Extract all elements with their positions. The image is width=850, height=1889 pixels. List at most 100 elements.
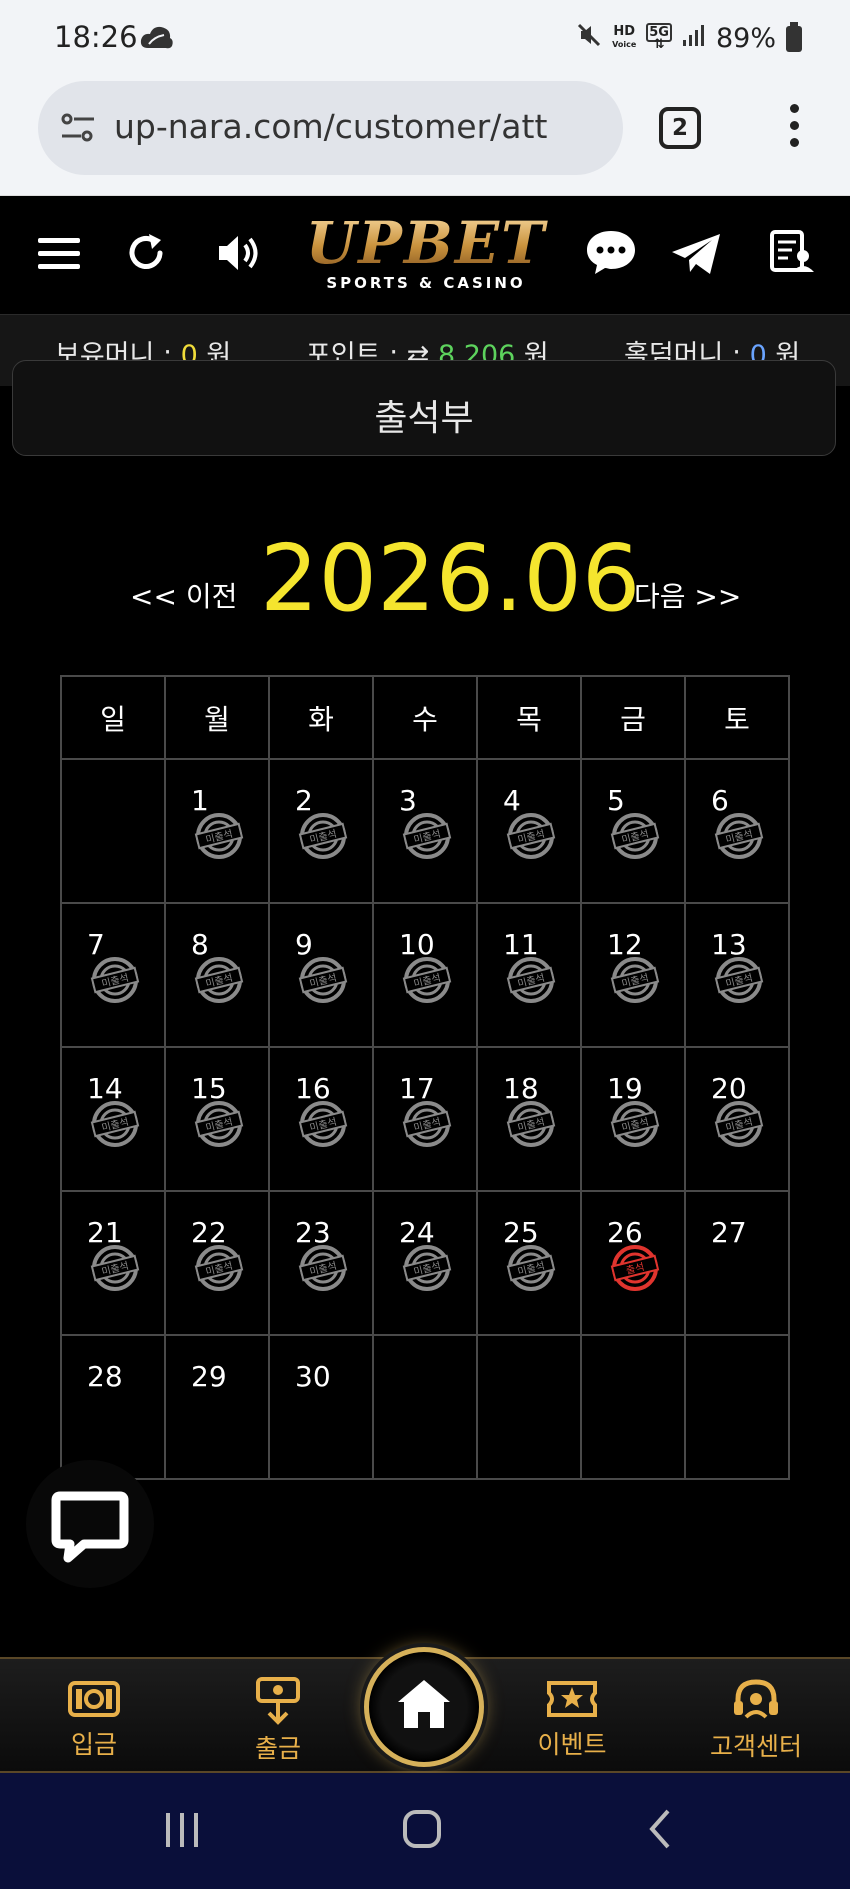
absent-stamp-icon: 미출석 <box>402 1101 452 1147</box>
absent-stamp-icon: 미출석 <box>402 957 452 1003</box>
battery-icon <box>786 21 802 52</box>
calendar-day-cell: 2 미출석 <box>268 758 374 904</box>
absent-stamp-icon: 미출석 <box>506 957 556 1003</box>
calendar-week-row: 28 29 30 <box>60 1334 790 1480</box>
day-number: 30 <box>295 1360 331 1393</box>
home-button[interactable] <box>364 1647 484 1767</box>
calendar-day-cell: 3 미출석 <box>372 758 478 904</box>
battery-percent: 89% <box>715 23 776 54</box>
absent-stamp-icon: 미출석 <box>506 813 556 859</box>
day-number: 29 <box>191 1360 227 1393</box>
site-settings-icon[interactable] <box>60 111 96 149</box>
absent-stamp-icon: 미출석 <box>402 1245 452 1291</box>
calendar-week-row: 1 미출석 2 미출석 3 미출석 4 미출석 5 미출석 6 미출석 <box>60 758 790 904</box>
calendar-day-cell: 14 미출석 <box>60 1046 166 1192</box>
next-month-button[interactable]: 다음 >> <box>634 575 741 615</box>
current-month: 2026.06 <box>260 525 641 632</box>
calendar-day-cell: 22 미출석 <box>164 1190 270 1336</box>
attended-stamp-icon: 출석 <box>610 1245 660 1291</box>
withdraw-nav-button[interactable]: 출금 <box>208 1677 348 1765</box>
calendar-day-cell: 11 미출석 <box>476 902 582 1048</box>
absent-stamp-icon: 미출석 <box>714 813 764 859</box>
prev-month-button[interactable]: << 이전 <box>130 575 237 615</box>
browser-toolbar: up-nara.com/customer/att 2 <box>0 76 850 196</box>
calendar-empty-cell <box>476 1334 582 1480</box>
day-number: 28 <box>87 1360 123 1393</box>
chat-icon <box>51 1491 129 1563</box>
calendar-empty-cell <box>684 1334 790 1480</box>
site-header: UPBET SPORTS & CASINO <box>0 196 850 314</box>
withdraw-icon <box>256 1677 300 1725</box>
calendar-week-row: 21 미출석 22 미출석 23 미출석 24 미출석 25 미출석 26 출석 27 <box>60 1190 790 1336</box>
upbet-logo[interactable]: UPBET SPORTS & CASINO <box>296 214 556 292</box>
sound-icon[interactable] <box>215 231 263 279</box>
calendar-day-cell: 12 미출석 <box>580 902 686 1048</box>
weekday-header: 월 <box>164 675 270 760</box>
calendar-day-cell: 27 <box>684 1190 790 1336</box>
calendar-day-cell: 25 미출석 <box>476 1190 582 1336</box>
cloud-icon <box>140 24 174 56</box>
back-icon[interactable] <box>648 1809 672 1853</box>
attendance-calendar: 일월화수목금토 1 미출석 2 미출석 3 미출석 4 미출석 5 미출석 6 미출석 7 미출석 8 미출석… <box>60 675 790 1480</box>
weekday-header: 수 <box>372 675 478 760</box>
my-page-icon[interactable] <box>770 230 814 278</box>
calendar-day-cell: 5 미출석 <box>580 758 686 904</box>
calendar-empty-cell <box>580 1334 686 1480</box>
event-nav-button[interactable]: 이벤트 <box>502 1677 642 1761</box>
hd-voice-icon: HD Voice <box>612 24 637 49</box>
absent-stamp-icon: 미출석 <box>714 957 764 1003</box>
deposit-nav-button[interactable]: 입금 <box>24 1677 164 1761</box>
absent-stamp-icon: 미출석 <box>298 957 348 1003</box>
weekday-header-row: 일월화수목금토 <box>60 675 790 760</box>
network-5g-icon: 5G ⇅ <box>646 22 672 51</box>
tab-switcher-button[interactable]: 2 <box>659 107 701 149</box>
calendar-empty-cell <box>60 758 166 904</box>
live-chat-button[interactable] <box>26 1460 154 1588</box>
calendar-day-cell: 16 미출석 <box>268 1046 374 1192</box>
absent-stamp-icon: 미출석 <box>714 1101 764 1147</box>
chat-bubble-icon[interactable] <box>584 228 638 280</box>
calendar-day-cell: 29 <box>164 1334 270 1480</box>
absent-stamp-icon: 미출석 <box>90 1245 140 1291</box>
weekday-header: 금 <box>580 675 686 760</box>
browser-menu-icon[interactable] <box>784 104 804 154</box>
weekday-header: 토 <box>684 675 790 760</box>
absent-stamp-icon: 미출석 <box>506 1245 556 1291</box>
calendar-day-cell: 13 미출석 <box>684 902 790 1048</box>
calendar-day-cell: 21 미출석 <box>60 1190 166 1336</box>
event-ticket-icon <box>547 1681 597 1717</box>
support-nav-button[interactable]: 고객센터 <box>686 1677 826 1763</box>
absent-stamp-icon: 미출석 <box>298 1101 348 1147</box>
calendar-day-cell: 17 미출석 <box>372 1046 478 1192</box>
headset-icon <box>734 1679 778 1719</box>
absent-stamp-icon: 미출석 <box>194 1101 244 1147</box>
weekday-header: 목 <box>476 675 582 760</box>
absent-stamp-icon: 미출석 <box>194 957 244 1003</box>
calendar-day-cell: 20 미출석 <box>684 1046 790 1192</box>
calendar-day-cell: 24 미출석 <box>372 1190 478 1336</box>
mute-icon <box>576 22 602 55</box>
calendar-week-row: 14 미출석 15 미출석 16 미출석 17 미출석 18 미출석 19 미출석 20 미출석 <box>60 1046 790 1192</box>
absent-stamp-icon: 미출석 <box>298 1245 348 1291</box>
calendar-day-cell: 30 <box>268 1334 374 1480</box>
weekday-header: 화 <box>268 675 374 760</box>
calendar-day-cell: 26 출석 <box>580 1190 686 1336</box>
calendar-day-cell: 19 미출석 <box>580 1046 686 1192</box>
absent-stamp-icon: 미출석 <box>298 813 348 859</box>
calendar-empty-cell <box>372 1334 478 1480</box>
day-number: 27 <box>711 1216 747 1249</box>
home-system-icon[interactable] <box>402 1809 442 1853</box>
absent-stamp-icon: 미출석 <box>90 957 140 1003</box>
hamburger-menu-icon[interactable] <box>38 236 80 274</box>
absent-stamp-icon: 미출석 <box>610 957 660 1003</box>
deposit-icon <box>68 1681 120 1717</box>
url-text[interactable]: up-nara.com/customer/att <box>114 107 604 146</box>
calendar-day-cell: 1 미출석 <box>164 758 270 904</box>
page-title-box: 출석부 <box>12 360 836 456</box>
recent-apps-icon[interactable] <box>162 1811 202 1853</box>
telegram-icon[interactable] <box>670 232 722 280</box>
refresh-icon[interactable] <box>125 232 167 278</box>
address-bar[interactable]: up-nara.com/customer/att <box>38 81 623 175</box>
signal-icon <box>682 23 706 54</box>
calendar-day-cell: 15 미출석 <box>164 1046 270 1192</box>
